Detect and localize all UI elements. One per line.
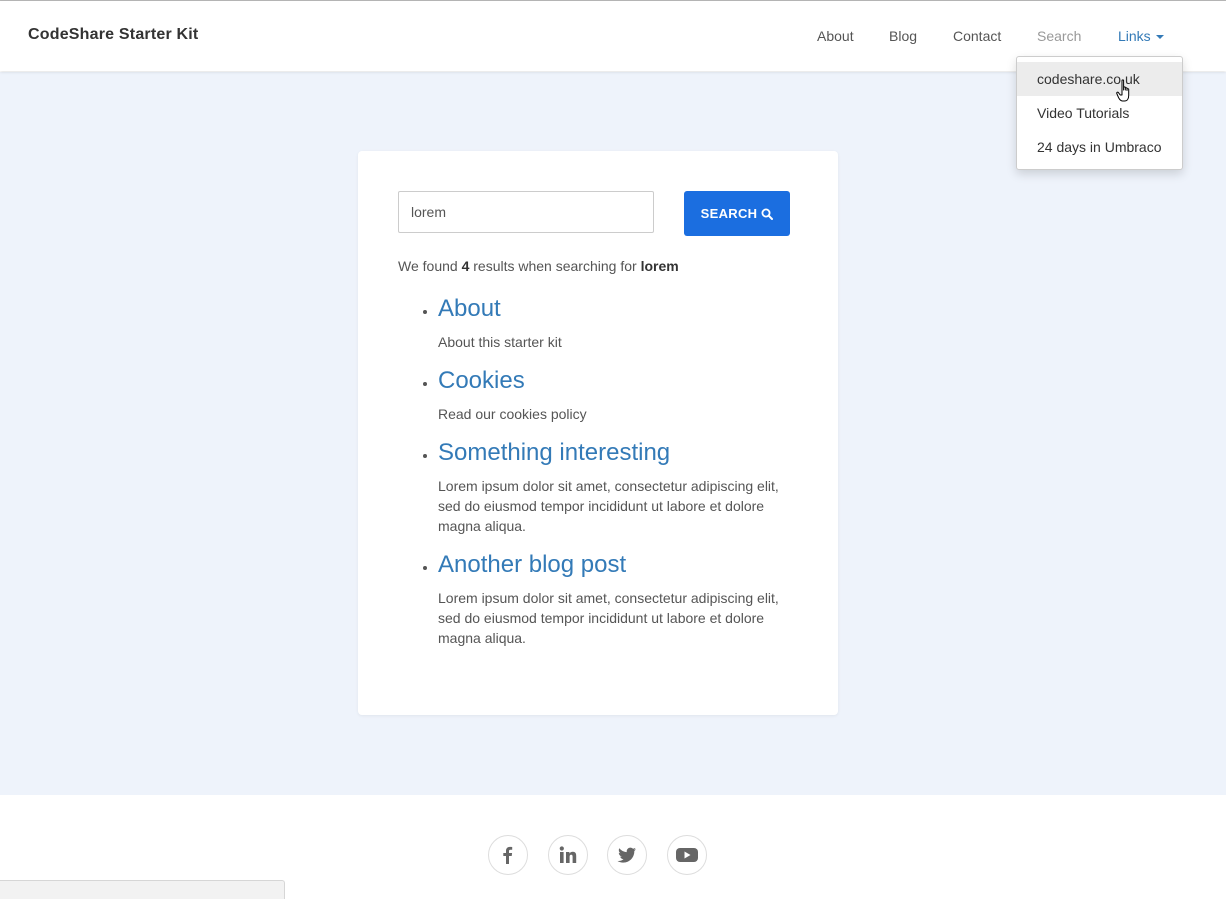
list-item: Cookies Read our cookies policy [398,366,798,424]
result-title-link[interactable]: About [438,294,798,324]
brand-logo[interactable]: CodeShare Starter Kit [28,26,198,44]
search-summary: We found 4 results when searching for lo… [398,258,679,274]
result-title-link[interactable]: Another blog post [438,550,798,580]
nav-link-about[interactable]: About [817,28,854,44]
summary-middle: results when searching for [473,258,637,274]
linkedin-icon[interactable] [548,835,588,875]
dropdown-item-codeshare[interactable]: codeshare.co.uk [1017,62,1182,96]
youtube-glyph-icon [676,848,698,862]
search-card: SEARCH We found 4 results when searching… [358,151,838,715]
result-description: About this starter kit [438,334,562,350]
main-content: SEARCH We found 4 results when searching… [0,72,1226,795]
nav-link-search[interactable]: Search [1037,28,1081,44]
search-button[interactable]: SEARCH [684,191,790,236]
nav-dropdown-links-label: Links [1118,28,1151,44]
result-description: Lorem ipsum dolor sit amet, consectetur … [438,478,779,534]
result-count: 4 [461,258,470,274]
youtube-icon[interactable] [667,835,707,875]
result-title-link[interactable]: Cookies [438,366,798,396]
twitter-icon[interactable] [607,835,647,875]
hand-pointer-cursor-icon [1116,79,1130,102]
dropdown-item-video-tutorials[interactable]: Video Tutorials [1017,96,1182,130]
nav-link-blog[interactable]: Blog [889,28,917,44]
search-results-list: About About this starter kit Cookies Rea… [398,294,798,648]
facebook-glyph-icon [503,846,513,864]
nav-dropdown-links[interactable]: Links [1118,28,1164,44]
result-description: Read our cookies policy [438,406,587,422]
result-title-link[interactable]: Something interesting [438,438,798,468]
list-item: About About this starter kit [398,294,798,352]
linkedin-glyph-icon [559,846,577,863]
summary-prefix: We found [398,258,458,274]
links-dropdown-menu: codeshare.co.uk Video Tutorials 24 days … [1016,56,1183,170]
nav-link-contact[interactable]: Contact [953,28,1001,44]
dropdown-item-24-days-umbraco[interactable]: 24 days in Umbraco [1017,130,1182,164]
result-description: Lorem ipsum dolor sit amet, consectetur … [438,590,779,646]
list-item: Another blog post Lorem ipsum dolor sit … [398,550,798,648]
list-item: Something interesting Lorem ipsum dolor … [398,438,798,536]
search-term: lorem [640,258,679,274]
twitter-glyph-icon [617,847,636,863]
search-icon [761,208,774,220]
search-input[interactable] [398,191,654,233]
search-button-label: SEARCH [700,206,758,221]
facebook-icon[interactable] [488,835,528,875]
status-bar [0,880,285,899]
caret-down-icon [1155,35,1164,40]
